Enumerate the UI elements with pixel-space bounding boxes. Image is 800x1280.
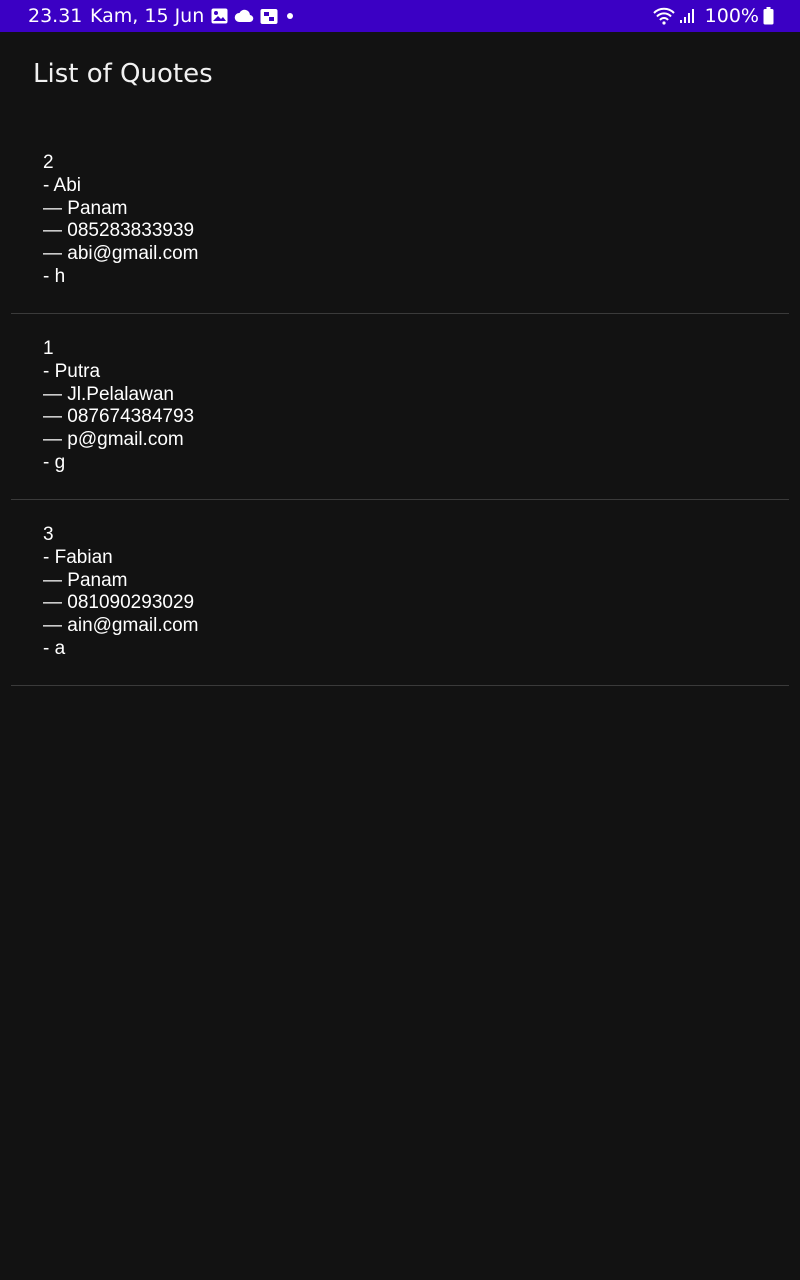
cloud-icon — [234, 9, 254, 23]
system-status: 100% — [652, 5, 774, 27]
quote-id: 1 — [43, 338, 54, 359]
quote-name: - Putra — [43, 360, 101, 382]
quote-phone: — 087674384793 — [43, 406, 195, 428]
quote-email: — ain@gmail.com — [43, 615, 199, 637]
quote-phone: — 081090293029 — [43, 592, 195, 614]
quote-content: 1 - Putra — Jl.Pelalawan — 087674384793 … — [43, 338, 194, 475]
status-date: Kam, 15 Jun — [90, 5, 205, 27]
list-item[interactable]: 1 - Putra — Jl.Pelalawan — 087674384793 … — [11, 314, 789, 500]
quote-address: — Panam — [43, 197, 128, 219]
quote-id: 3 — [43, 524, 54, 545]
quote-address: — Jl.Pelalawan — [43, 383, 174, 405]
wifi-icon — [652, 7, 675, 25]
dot-icon — [287, 13, 293, 19]
status-bar: 23.31 Kam, 15 Jun 100% — [0, 0, 800, 32]
quote-list: 2 - Abi — Panam — 085283833939 — abi@gma… — [11, 128, 789, 686]
quote-note: - a — [43, 637, 66, 659]
quote-id: 2 — [43, 152, 54, 173]
gallery-icon — [211, 8, 228, 24]
signal-icon — [679, 9, 694, 23]
screenshot-icon — [260, 8, 278, 24]
list-item[interactable]: 3 - Fabian — Panam — 081090293029 — ain@… — [11, 500, 789, 686]
battery-icon — [763, 7, 774, 25]
quote-note: - g — [43, 451, 66, 473]
notification-icons — [211, 7, 296, 25]
quote-email: — abi@gmail.com — [43, 243, 199, 265]
page-title: List of Quotes — [33, 59, 213, 89]
quote-content: 3 - Fabian — Panam — 081090293029 — ain@… — [43, 524, 199, 661]
quote-phone: — 085283833939 — [43, 220, 195, 242]
quote-note: - h — [43, 265, 66, 287]
quote-name: - Fabian — [43, 546, 113, 568]
quote-content: 2 - Abi — Panam — 085283833939 — abi@gma… — [43, 152, 199, 289]
status-time: 23.31 — [28, 5, 83, 27]
battery-percentage: 100% — [704, 5, 759, 27]
quote-email: — p@gmail.com — [43, 429, 184, 451]
quote-address: — Panam — [43, 569, 128, 591]
quote-name: - Abi — [43, 174, 82, 196]
list-item[interactable]: 2 - Abi — Panam — 085283833939 — abi@gma… — [11, 128, 789, 314]
